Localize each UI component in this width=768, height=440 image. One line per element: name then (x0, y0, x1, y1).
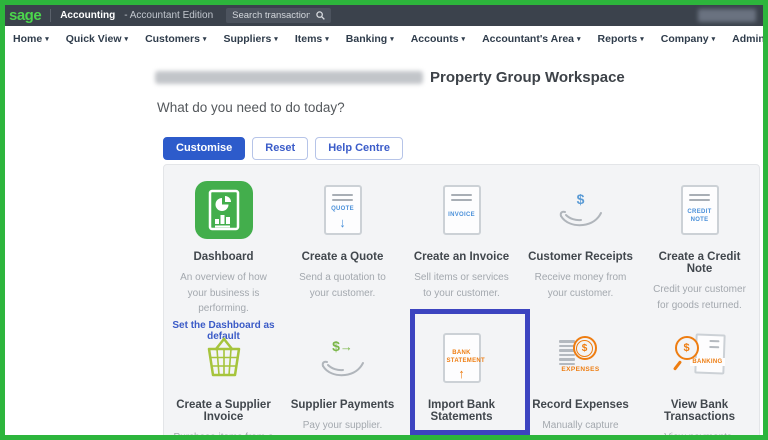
menu-home[interactable]: Home (13, 33, 49, 45)
credit-note-document-icon: CREDIT NOTE (680, 185, 719, 235)
tile-title: Record Expenses (532, 399, 629, 411)
bank-statement-document-icon: BANK STATEMENT (442, 333, 485, 383)
menu-bar: Home Quick View Customers Suppliers Item… (5, 26, 763, 51)
tile-description: View payments, receipts and bank transfe… (664, 432, 735, 440)
caret-down-icon (45, 33, 49, 45)
caret-down-icon (274, 33, 278, 45)
caret-down-icon (325, 33, 329, 45)
tile-description: Credit your customer for goods returned. (653, 284, 746, 311)
product-name: Accounting (60, 10, 116, 21)
search-input[interactable] (232, 10, 311, 21)
tile-title: Supplier Payments (290, 399, 395, 411)
app-window: sage Accounting - Accountant Edition Hom… (0, 0, 768, 440)
tile-title: Create an Invoice (413, 251, 510, 263)
arrow-down-icon (339, 214, 346, 232)
dashboard-icon (194, 181, 253, 239)
tile-description: Receive money from your customer. (534, 272, 627, 299)
caret-down-icon (577, 33, 581, 45)
tile-title: Import Bank Statements (427, 399, 496, 423)
topbar-divider (50, 9, 52, 22)
banking-search-icon: BANKING $ (672, 332, 727, 384)
pay-money-icon: $ (320, 338, 366, 378)
tile-create-supplier-invoice[interactable]: Create a Supplier Invoice Purchase items… (164, 313, 283, 440)
expenses-icon: $ EXPENSES (555, 334, 607, 382)
menu-banking[interactable]: Banking (346, 33, 394, 45)
receive-money-icon: $ (558, 192, 604, 228)
menu-accounts[interactable]: Accounts (411, 33, 465, 45)
menu-quick-view[interactable]: Quick View (66, 33, 128, 45)
workspace-toolbar: Customise Reset Help Centre (163, 137, 403, 161)
shortcut-tiles-panel: Dashboard An overview of how your busine… (163, 164, 760, 440)
invoice-document-icon: INVOICE (442, 185, 481, 235)
menu-company[interactable]: Company (661, 33, 715, 45)
caret-down-icon (640, 33, 644, 45)
tile-view-bank-transactions[interactable]: BANKING $ View Bank Transactions View pa… (640, 313, 759, 440)
tile-description: Import and view bank statement transacti… (413, 432, 510, 440)
tile-description: Send a quotation to your customer. (299, 272, 386, 299)
arrow-up-icon (458, 365, 465, 383)
tile-title: Dashboard (193, 251, 254, 263)
page-title: Property Group Workspace (430, 69, 625, 86)
tile-title: Customer Receipts (528, 251, 633, 263)
sage-logo: sage (9, 7, 42, 24)
tile-create-quote[interactable]: QUOTE Create a Quote Send a quotation to… (283, 165, 402, 313)
tile-description: An overview of how your business is perf… (180, 272, 267, 314)
tile-dashboard[interactable]: Dashboard An overview of how your busine… (164, 165, 283, 342)
tile-create-credit-note[interactable]: CREDIT NOTE Create a Credit Note Credit … (640, 165, 759, 313)
reset-button[interactable]: Reset (252, 137, 309, 161)
search-icon[interactable] (316, 11, 325, 20)
caret-down-icon (390, 33, 394, 45)
tile-import-bank-statements[interactable]: BANK STATEMENT Import Bank Statements Im… (402, 313, 521, 440)
caret-down-icon (125, 33, 129, 45)
menu-items[interactable]: Items (295, 33, 329, 45)
tile-description: Manually capture expenses into your bank… (542, 420, 619, 431)
page-header: Property Group Workspace (155, 69, 625, 86)
arrow-right-icon (340, 338, 353, 355)
tile-create-invoice[interactable]: INVOICE Create an Invoice Sell items or … (402, 165, 521, 313)
tile-customer-receipts[interactable]: $ Customer Receipts Receive money from y… (521, 165, 640, 313)
basket-icon (207, 336, 240, 377)
redacted-company-name (155, 71, 423, 84)
tile-title: View Bank Transactions (664, 399, 735, 423)
tile-supplier-payments[interactable]: $ Supplier Payments Pay your supplier. (283, 313, 402, 435)
menu-reports[interactable]: Reports (598, 33, 644, 45)
redacted-user-name (698, 9, 756, 22)
top-bar: sage Accounting - Accountant Edition (5, 5, 763, 26)
menu-customers[interactable]: Customers (145, 33, 206, 45)
page-subtitle: What do you need to do today? (157, 100, 345, 115)
menu-suppliers[interactable]: Suppliers (223, 33, 277, 45)
help-centre-button[interactable]: Help Centre (315, 137, 403, 161)
tile-record-expenses[interactable]: $ EXPENSES Record Expenses Manually capt… (521, 313, 640, 435)
caret-down-icon (203, 33, 207, 45)
menu-accountants-area[interactable]: Accountant's Area (482, 33, 580, 45)
tile-title: Create a Supplier Invoice (176, 399, 271, 423)
search-box[interactable] (226, 8, 332, 23)
caret-down-icon (712, 33, 716, 45)
tile-title: Create a Quote (301, 251, 384, 263)
tile-title: Create a Credit Note (658, 251, 741, 275)
quote-document-icon: QUOTE (323, 185, 362, 235)
tile-description: Purchase items from a supplier. (173, 432, 274, 440)
customise-button[interactable]: Customise (163, 137, 246, 161)
tile-description: Pay your supplier. (302, 420, 383, 431)
caret-down-icon (462, 33, 466, 45)
edition-label: - Accountant Edition (124, 10, 214, 21)
menu-administration[interactable]: Administration (732, 33, 763, 45)
tile-description: Sell items or services to your customer. (414, 272, 509, 299)
